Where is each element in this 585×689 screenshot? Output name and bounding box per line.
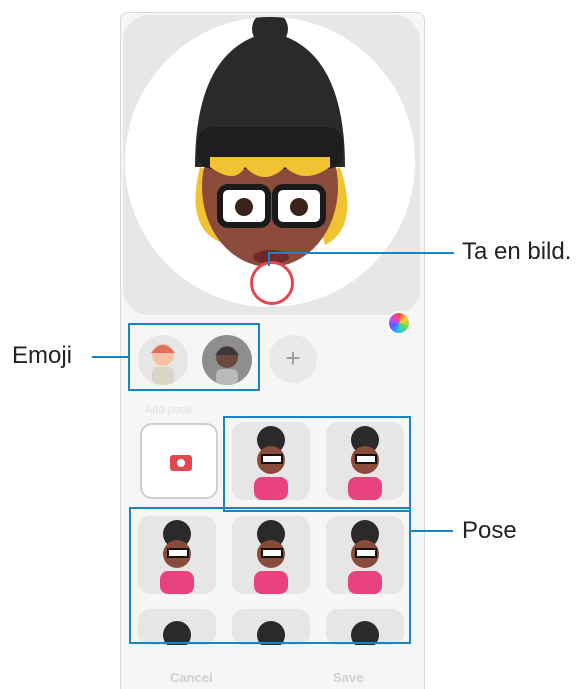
capture-callout-line (268, 252, 454, 254)
pose-section-label: Add pose (145, 404, 192, 416)
pose-callout-box-top (223, 416, 411, 512)
color-wheel-icon[interactable] (387, 311, 411, 335)
pose-callout-label: Pose (462, 517, 517, 544)
pose-callout-line (411, 530, 453, 532)
save-button[interactable]: Save (333, 670, 363, 685)
emoji-callout-box (128, 323, 260, 391)
emoji-callout-label: Emoji (12, 342, 73, 369)
cancel-button[interactable]: Cancel (170, 670, 213, 685)
capture-callout-label: Ta en bild. (462, 238, 572, 265)
add-emoji-button[interactable]: + (269, 335, 317, 383)
emoji-callout-line (92, 356, 128, 358)
camera-icon (170, 455, 192, 471)
pose-callout-box-bottom (129, 507, 411, 644)
capture-callout-tick (268, 252, 270, 266)
capture-button[interactable] (250, 261, 294, 305)
custom-pose-camera-button[interactable] (140, 423, 218, 499)
